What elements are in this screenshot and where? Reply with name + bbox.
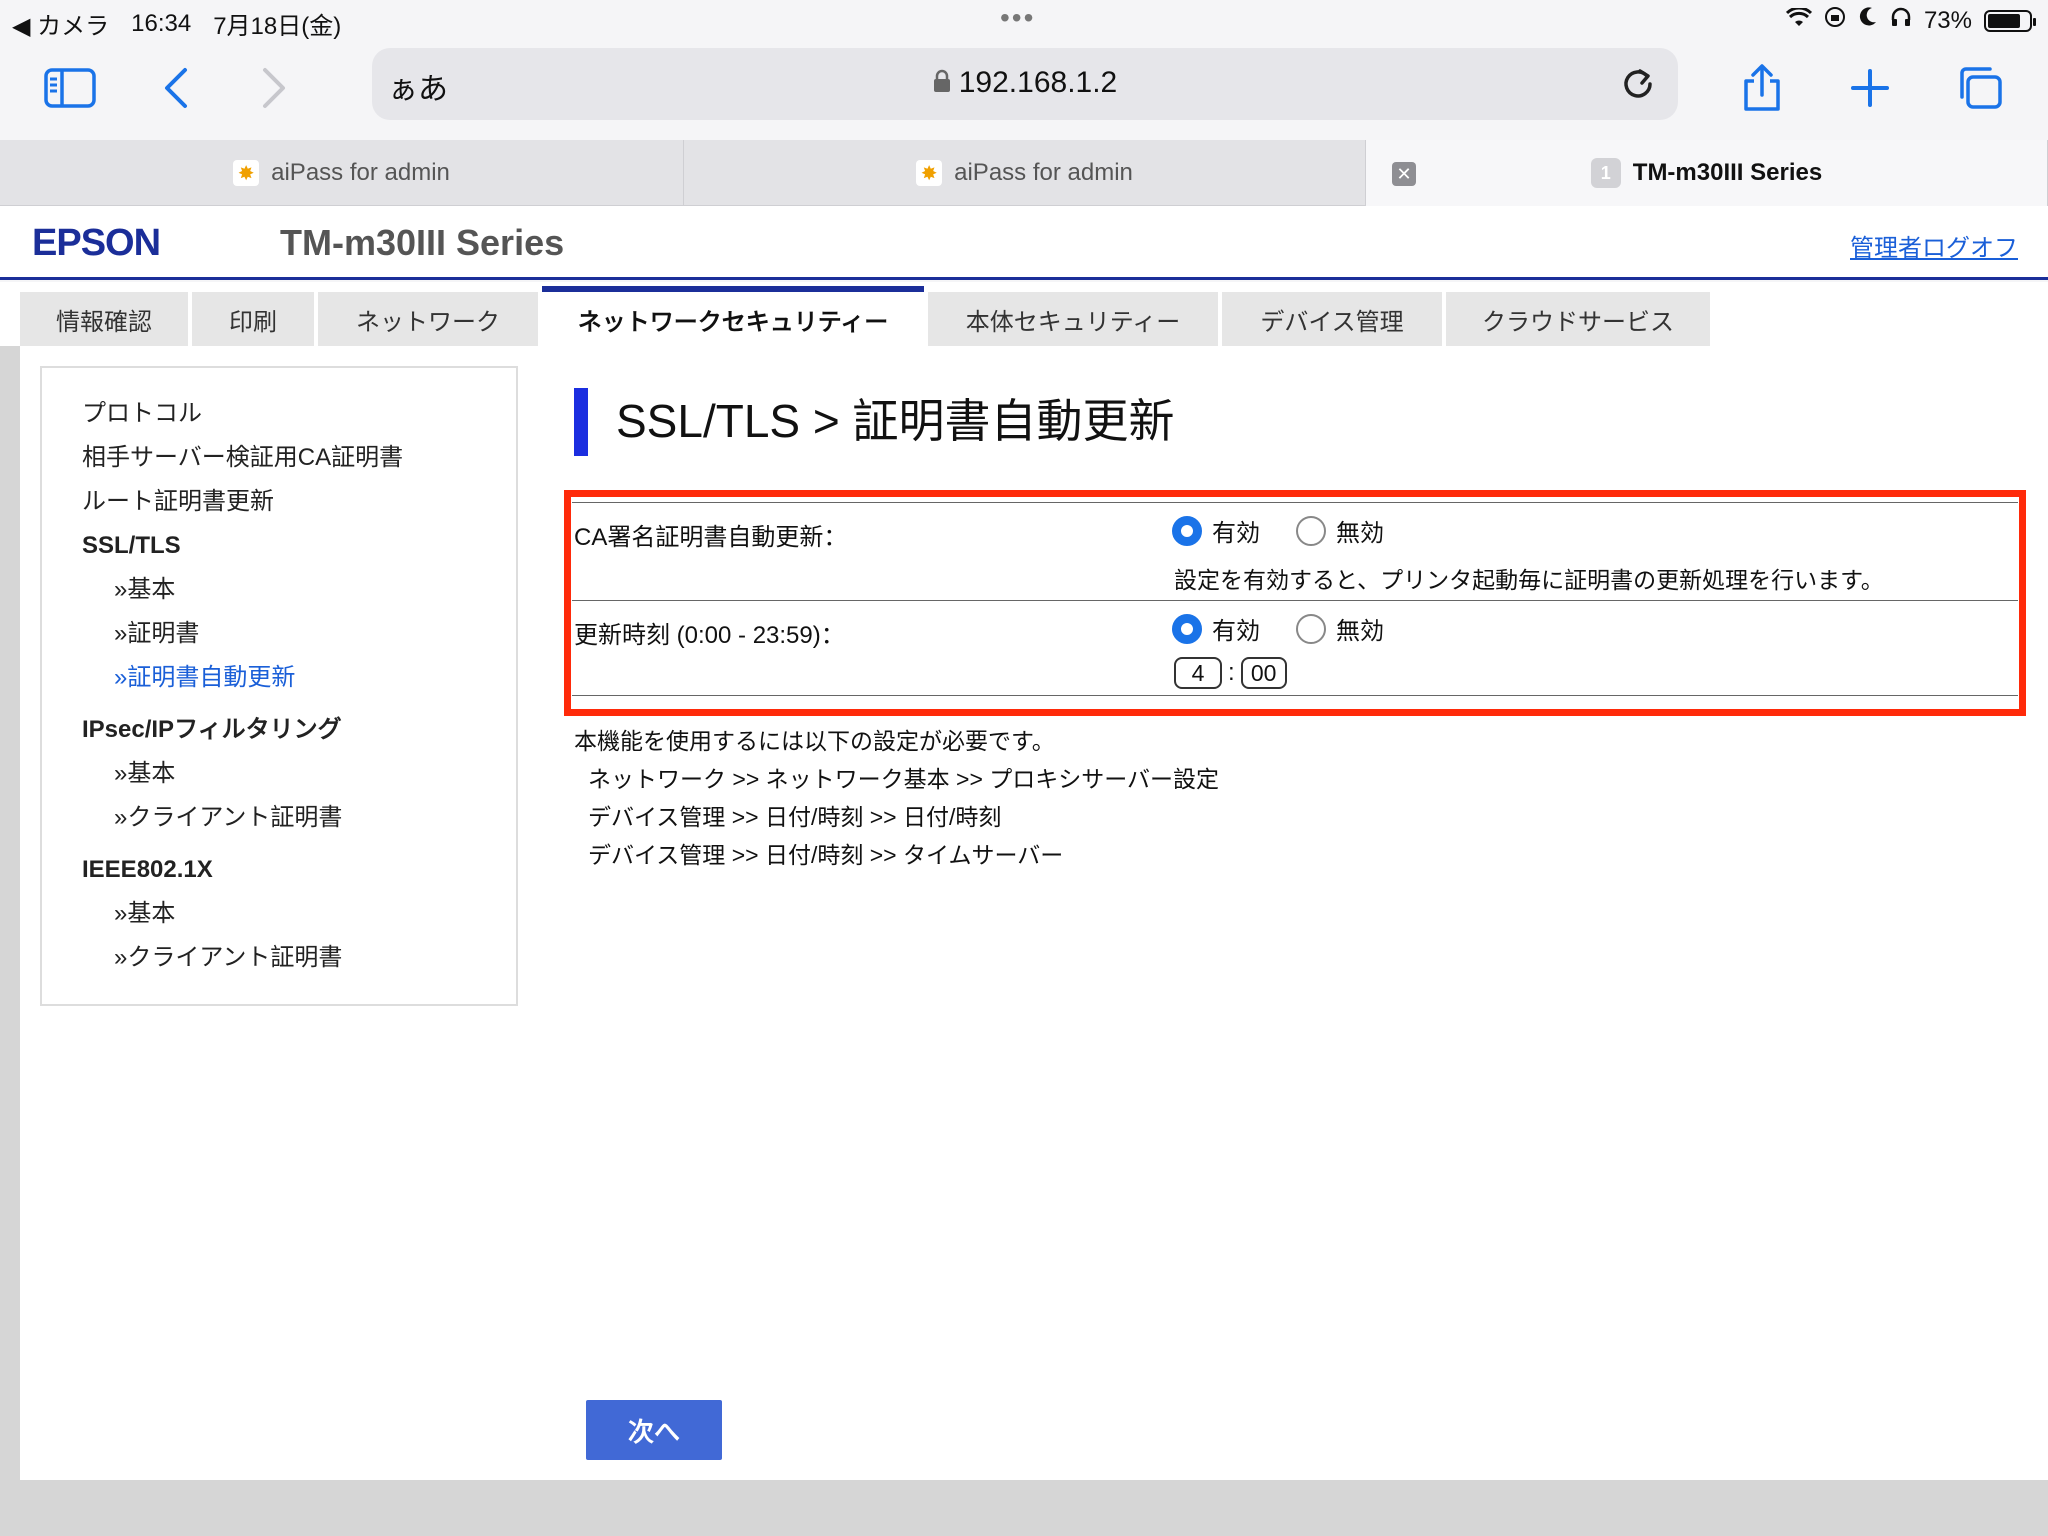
auto-update-label: CA署名証明書自動更新： bbox=[574, 524, 848, 551]
wifi-icon bbox=[1785, 6, 1813, 35]
page-gutter bbox=[0, 346, 20, 1536]
sidebar-item-ssl-cert[interactable]: »証明書 bbox=[42, 612, 516, 656]
update-time-enable-radio[interactable] bbox=[1172, 613, 1202, 644]
nav-tab-device-management[interactable]: デバイス管理 bbox=[1222, 292, 1442, 346]
tab-title: aiPass for admin bbox=[271, 159, 450, 186]
requirements-note: 本機能を使用するには以下の設定が必要です。 ネットワーク >> ネットワーク基本… bbox=[574, 722, 1219, 874]
setting-row-auto-update: CA署名証明書自動更新： 有効 無効 設定を有効すると、プリンタ起動毎に証明書の… bbox=[572, 502, 2018, 600]
lock-icon bbox=[933, 67, 951, 101]
auto-update-enable-option[interactable]: 有効 bbox=[1172, 513, 1260, 548]
disable-label: 無効 bbox=[1336, 618, 1384, 645]
sidebar-menu: プロトコル 相手サーバー検証用CA証明書 ルート証明書更新 SSL/TLS »基… bbox=[40, 366, 518, 1006]
sidebar-item-protocol[interactable]: プロトコル bbox=[42, 392, 516, 436]
nav-tab-network[interactable]: ネットワーク bbox=[318, 292, 538, 346]
time-separator: : bbox=[1228, 659, 1235, 686]
auto-update-note: 設定を有効すると、プリンタ起動毎に証明書の更新処理を行います。 bbox=[1174, 567, 1884, 593]
settings-table: CA署名証明書自動更新： 有効 無効 設定を有効すると、プリンタ起動毎に証明書の… bbox=[572, 502, 2018, 696]
auto-update-disable-option[interactable]: 無効 bbox=[1296, 513, 1384, 548]
browser-tab-bar: ✸ aiPass for admin ✸ aiPass for admin ✕ … bbox=[0, 140, 2048, 206]
sidebar-item-ca-cert[interactable]: 相手サーバー検証用CA証明書 bbox=[42, 436, 516, 480]
sidebar-heading-ssl-tls: SSL/TLS bbox=[82, 532, 181, 559]
sidebar-item-ssl-auto-update[interactable]: »証明書自動更新 bbox=[42, 656, 516, 700]
back-to-app-link[interactable]: ◀ カメラ bbox=[12, 6, 109, 41]
enable-label: 有効 bbox=[1212, 520, 1260, 547]
update-time-disable-option[interactable]: 無効 bbox=[1296, 611, 1384, 646]
sidebar-heading-ipsec: IPsec/IPフィルタリング bbox=[82, 716, 342, 743]
requirement-proxy: ネットワーク >> ネットワーク基本 >> プロキシサーバー設定 bbox=[588, 766, 1220, 792]
setting-row-update-time: 更新時刻 (0:00 - 23:59)： 有効 無効 4 : 00 bbox=[572, 600, 2018, 696]
sidebar-item-ieee-client-cert[interactable]: »クライアント証明書 bbox=[42, 936, 516, 980]
nav-tab-info[interactable]: 情報確認 bbox=[20, 292, 188, 346]
requirement-time-server: デバイス管理 >> 日付/時刻 >> タイムサーバー bbox=[588, 842, 1064, 868]
headphones-icon bbox=[1890, 6, 1912, 35]
auto-update-disable-radio[interactable] bbox=[1296, 515, 1326, 546]
orientation-lock-icon bbox=[1824, 6, 1846, 35]
sun-favicon-icon: ✸ bbox=[916, 160, 943, 186]
sidebar-item-ieee-basic[interactable]: »基本 bbox=[42, 892, 516, 936]
admin-logoff-link[interactable]: 管理者ログオフ bbox=[1850, 228, 2018, 263]
hour-input[interactable]: 4 bbox=[1174, 657, 1222, 689]
epson-logo: EPSON bbox=[32, 222, 161, 264]
update-time-disable-radio[interactable] bbox=[1296, 613, 1326, 644]
url-text[interactable]: 192.168.1.2 bbox=[959, 66, 1117, 99]
sidebar-heading-ieee: IEEE802.1X bbox=[82, 856, 213, 883]
disable-label: 無効 bbox=[1336, 520, 1384, 547]
sidebar-toggle-icon[interactable] bbox=[40, 60, 100, 116]
update-time-radio-group: 有効 無効 bbox=[1172, 611, 1420, 646]
nav-tab-cloud-service[interactable]: クラウドサービス bbox=[1446, 292, 1710, 346]
page-title: SSL/TLS > 証明書自動更新 bbox=[574, 388, 1175, 456]
forward-arrow-icon[interactable] bbox=[244, 60, 304, 116]
next-button[interactable]: 次へ bbox=[586, 1400, 722, 1460]
multitasking-dots[interactable]: ••• bbox=[1000, 2, 1035, 34]
sidebar-item-ssl-basic[interactable]: »基本 bbox=[42, 568, 516, 612]
auto-update-radio-group: 有効 無効 bbox=[1172, 513, 1420, 548]
page-footer bbox=[0, 1480, 2048, 1536]
browser-tab[interactable]: ✸ aiPass for admin bbox=[0, 140, 684, 206]
tab-title: aiPass for admin bbox=[954, 159, 1133, 186]
back-arrow-icon[interactable] bbox=[146, 60, 206, 116]
page-header: EPSON TM-m30III Series 管理者ログオフ bbox=[0, 206, 2048, 280]
browser-tab[interactable]: ✸ aiPass for admin bbox=[684, 140, 1366, 206]
nav-tab-device-security[interactable]: 本体セキュリティー bbox=[928, 292, 1218, 346]
status-date: 7月18日(金) bbox=[213, 13, 342, 40]
nav-tab-print[interactable]: 印刷 bbox=[192, 292, 314, 346]
tab-title: TM-m30III Series bbox=[1632, 159, 1823, 186]
battery-icon bbox=[1984, 9, 2036, 32]
update-time-label: 更新時刻 (0:00 - 23:59)： bbox=[574, 622, 845, 649]
close-tab-icon[interactable]: ✕ bbox=[1392, 162, 1416, 186]
main-nav: 情報確認 印刷 ネットワーク ネットワークセキュリティー 本体セキュリティー デ… bbox=[0, 282, 2048, 346]
nav-tab-network-security[interactable]: ネットワークセキュリティー bbox=[542, 286, 924, 346]
model-title: TM-m30III Series bbox=[280, 222, 565, 263]
browser-toolbar: ぁあ 192.168.1.2 bbox=[0, 40, 2048, 140]
sidebar-item-root-update[interactable]: ルート証明書更新 bbox=[42, 480, 516, 524]
reload-icon[interactable] bbox=[1616, 62, 1660, 106]
tabs-overview-icon[interactable] bbox=[1950, 60, 2010, 116]
status-time: 16:34 bbox=[131, 9, 192, 37]
browser-tab-active[interactable]: ✕ 1 TM-m30III Series bbox=[1366, 140, 2048, 206]
new-tab-icon[interactable] bbox=[1840, 60, 1900, 116]
requirements-title: 本機能を使用するには以下の設定が必要です。 bbox=[574, 728, 1055, 754]
address-bar[interactable]: ぁあ 192.168.1.2 bbox=[372, 48, 1678, 120]
status-bar: ◀ カメラ 16:34 7月18日(金) ••• 73% bbox=[0, 0, 2048, 40]
update-time-enable-option[interactable]: 有効 bbox=[1172, 611, 1260, 646]
sidebar-item-ipsec-client-cert[interactable]: »クライアント証明書 bbox=[42, 796, 516, 840]
requirement-date-time: デバイス管理 >> 日付/時刻 >> 日付/時刻 bbox=[588, 804, 1002, 830]
enable-label: 有効 bbox=[1212, 618, 1260, 645]
auto-update-enable-radio[interactable] bbox=[1172, 515, 1202, 546]
sun-favicon-icon: ✸ bbox=[233, 160, 260, 186]
moon-icon bbox=[1858, 6, 1878, 35]
sidebar-item-ipsec-basic[interactable]: »基本 bbox=[42, 752, 516, 796]
minute-input[interactable]: 00 bbox=[1240, 657, 1287, 689]
share-icon[interactable] bbox=[1732, 60, 1792, 116]
battery-percent: 73% bbox=[1923, 6, 1972, 34]
main-content: プロトコル 相手サーバー検証用CA証明書 ルート証明書更新 SSL/TLS »基… bbox=[20, 346, 2048, 1480]
tab-favicon-badge: 1 bbox=[1590, 158, 1621, 188]
update-time-inputs: 4 : 00 bbox=[1174, 657, 1287, 689]
